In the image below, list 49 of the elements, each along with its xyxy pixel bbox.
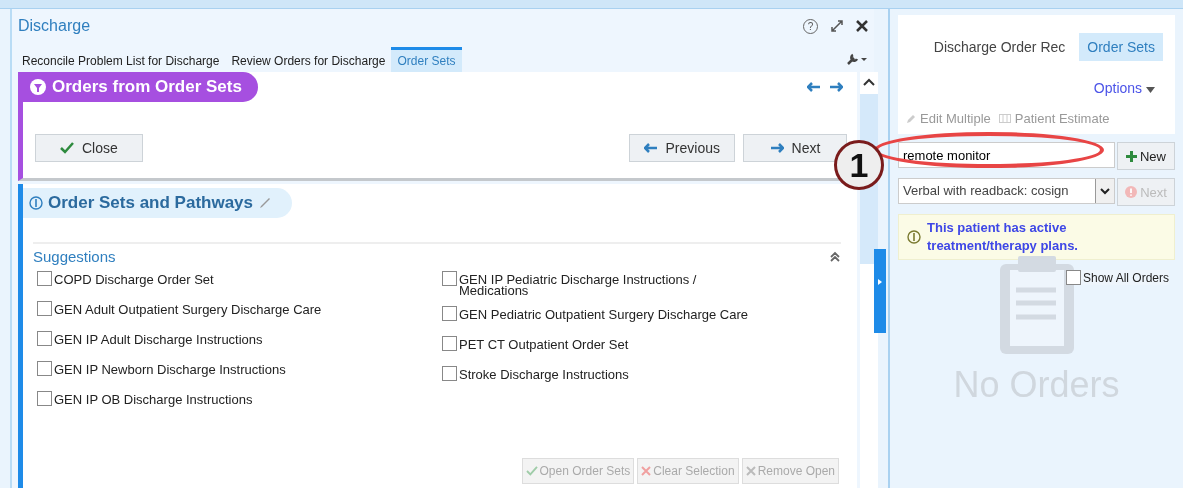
new-order-button[interactable]: New xyxy=(1117,142,1175,170)
checkmark-icon xyxy=(60,142,74,154)
plus-icon xyxy=(1126,150,1137,162)
order-set-checkbox[interactable]: GEN IP Pediatric Discharge Instructions / Medications xyxy=(442,271,847,296)
tab[interactable]: Order Sets xyxy=(1079,33,1163,61)
notice-link[interactable]: This patient has active treatment/therapy plans. xyxy=(927,219,1127,255)
alert-icon xyxy=(1125,186,1138,198)
tab[interactable]: Reconcile Problem List for Discharge xyxy=(16,47,226,72)
group-label: Suggestions xyxy=(33,248,116,265)
left-arrow-icon xyxy=(643,143,658,153)
left-arrow-icon[interactable] xyxy=(807,82,821,92)
panel-button[interactable]: Previous xyxy=(628,134,735,162)
checkmark-icon xyxy=(525,466,538,476)
order-set-checkbox[interactable]: GEN IP Newborn Discharge Instructions xyxy=(37,361,442,381)
panel-button[interactable]: Close xyxy=(35,134,143,162)
order-mode-dropdown[interactable]: Verbal with readback: cosign xyxy=(898,178,1115,204)
grid-icon xyxy=(998,114,1011,123)
panel-title: Orders from Order Sets xyxy=(52,77,242,97)
collapse-icon[interactable] xyxy=(829,250,841,263)
close-icon[interactable] xyxy=(856,20,868,32)
caret-icon xyxy=(1146,87,1155,93)
section-title: Order Sets and Pathways xyxy=(48,193,254,213)
order-set-icon xyxy=(29,78,47,96)
window-title: Discharge xyxy=(18,17,91,35)
right-arrow-icon[interactable] xyxy=(829,82,843,92)
tab[interactable]: Discharge Order Rec xyxy=(925,33,1074,61)
expand-icon[interactable] xyxy=(830,19,844,33)
chevron-down-icon xyxy=(1100,187,1110,195)
panel-button[interactable]: Next xyxy=(743,134,847,162)
options-menu[interactable]: Options xyxy=(1087,79,1161,97)
order-set-checkbox[interactable]: Stroke Discharge Instructions xyxy=(442,366,847,386)
expand-handle[interactable] xyxy=(874,249,886,333)
scroll-up-icon[interactable] xyxy=(863,78,875,86)
close-icon xyxy=(745,466,756,476)
order-set-checkbox[interactable]: COPD Discharge Order Set xyxy=(37,271,442,291)
info-icon xyxy=(29,196,43,210)
pencil-icon xyxy=(906,113,916,124)
order-set-checkbox[interactable]: GEN IP OB Discharge Instructions xyxy=(37,391,442,411)
order-set-checkbox[interactable]: GEN IP Adult Discharge Instructions xyxy=(37,331,442,351)
order-set-checkbox[interactable]: PET CT Outpatient Order Set xyxy=(442,336,847,356)
order-set-checkbox[interactable]: GEN Adult Outpatient Surgery Discharge Care xyxy=(37,301,442,321)
close-icon xyxy=(641,466,652,476)
info-icon xyxy=(907,230,921,244)
wrench-icon[interactable] xyxy=(846,52,868,66)
tab[interactable]: Review Orders for Discharge xyxy=(225,47,392,72)
tab[interactable]: Order Sets xyxy=(391,47,462,72)
show-all-orders-checkbox[interactable]: Show All Orders xyxy=(1065,270,1169,285)
right-arrow-icon xyxy=(769,143,784,153)
order-set-checkbox[interactable]: GEN Pediatric Outpatient Surgery Discharge Care xyxy=(442,306,847,326)
